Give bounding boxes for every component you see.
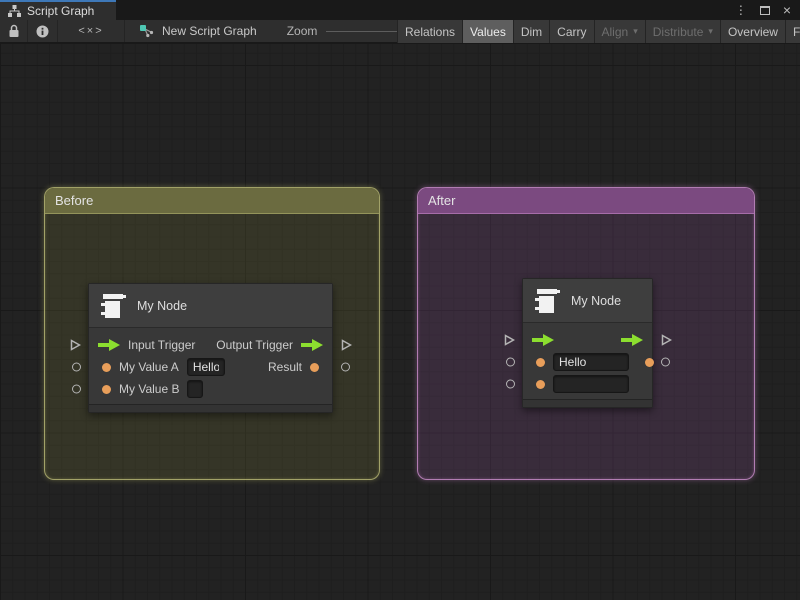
- graph-hierarchy-icon: [8, 5, 21, 17]
- value-port-icon[interactable]: [645, 358, 654, 367]
- toolbar-button-dim[interactable]: Dim: [513, 20, 549, 43]
- kebab-menu-icon[interactable]: ⋮: [735, 3, 747, 17]
- value-input-b[interactable]: [553, 375, 629, 393]
- info-button[interactable]: [28, 20, 58, 42]
- toolbar-toggle-buttons: Relations Values Dim Carry Align ▾ Distr…: [397, 20, 800, 43]
- external-trigger-port-icon[interactable]: [504, 334, 515, 346]
- toolbar-button-fullscreen[interactable]: Full Scr: [785, 20, 800, 43]
- trigger-port-icon[interactable]: [98, 339, 120, 351]
- node-title: My Node: [137, 299, 187, 313]
- port-label-value-b: My Value B: [119, 382, 179, 396]
- port-row-value-a: [523, 351, 652, 373]
- new-script-graph-button[interactable]: New Script Graph: [125, 20, 271, 42]
- node-header[interactable]: My Node: [523, 279, 652, 323]
- script-graph-icon: [139, 24, 154, 38]
- external-value-port-icon[interactable]: [72, 385, 81, 394]
- port-row-value-b: [523, 373, 652, 395]
- group-label-before: Before: [55, 193, 93, 208]
- zoom-slider[interactable]: [326, 31, 406, 32]
- port-label-input-trigger: Input Trigger: [128, 338, 195, 352]
- toolbar-button-carry[interactable]: Carry: [549, 20, 593, 43]
- external-value-port-icon[interactable]: [506, 358, 515, 367]
- tab-title: Script Graph: [27, 4, 94, 18]
- external-value-port-icon[interactable]: [661, 358, 670, 367]
- graph-toolbar: <×> New Script Graph Zoom 1x Relations: [0, 20, 800, 43]
- node-icon: [534, 286, 560, 316]
- close-icon[interactable]: ×: [783, 5, 791, 15]
- group-label-after: After: [428, 193, 455, 208]
- value-input-b[interactable]: [187, 380, 203, 398]
- tab-bar: Script Graph ⋮ ×: [0, 0, 800, 20]
- value-port-icon[interactable]: [536, 380, 545, 389]
- graph-name-label: New Script Graph: [162, 24, 257, 38]
- port-label-output-trigger: Output Trigger: [216, 338, 293, 352]
- button-label: Distribute: [653, 25, 704, 39]
- info-icon: [36, 25, 49, 38]
- external-trigger-port-icon[interactable]: [341, 339, 352, 351]
- window-controls: ⋮ ×: [735, 0, 800, 20]
- external-trigger-port-icon[interactable]: [70, 339, 81, 351]
- port-row-trigger: [523, 329, 652, 351]
- maximize-icon[interactable]: [760, 6, 770, 15]
- value-port-icon[interactable]: [310, 363, 319, 372]
- unity-script-graph-window: Script Graph ⋮ ×: [0, 0, 800, 600]
- button-label: Relations: [405, 25, 455, 39]
- trigger-port-icon[interactable]: [621, 334, 643, 346]
- zoom-label: Zoom: [287, 24, 318, 38]
- port-row-value-a: My Value A Result: [89, 356, 332, 378]
- node-footer: [523, 399, 652, 407]
- button-label: Full Scr: [793, 25, 800, 39]
- external-trigger-port-icon[interactable]: [661, 334, 672, 346]
- node-header[interactable]: My Node: [89, 284, 332, 328]
- node-footer: [89, 404, 332, 412]
- port-label-value-a: My Value A: [119, 360, 179, 374]
- button-label: Values: [470, 25, 506, 39]
- value-port-icon[interactable]: [102, 363, 111, 372]
- trigger-port-icon[interactable]: [532, 334, 554, 346]
- node-body: [523, 323, 652, 399]
- value-port-icon[interactable]: [102, 385, 111, 394]
- button-label: Overview: [728, 25, 778, 39]
- toolbar-button-align[interactable]: Align ▾: [594, 20, 645, 43]
- external-value-port-icon[interactable]: [72, 363, 81, 372]
- group-header-after[interactable]: After: [418, 188, 754, 214]
- lock-button[interactable]: [0, 20, 28, 42]
- graph-canvas[interactable]: Before After My Nod: [0, 44, 800, 600]
- external-value-port-icon[interactable]: [341, 363, 350, 372]
- group-header-before[interactable]: Before: [45, 188, 379, 214]
- node-icon: [100, 291, 126, 321]
- tab-script-graph[interactable]: Script Graph: [0, 0, 116, 20]
- chevron-down-icon: ▾: [633, 27, 638, 36]
- external-value-port-icon[interactable]: [506, 380, 515, 389]
- node-my-node-before[interactable]: My Node Input Trigger Output Trigger: [88, 283, 333, 413]
- button-label: Align: [602, 25, 629, 39]
- node-my-node-after[interactable]: My Node: [522, 278, 653, 408]
- value-input-a[interactable]: [553, 353, 629, 371]
- node-body: Input Trigger Output Trigger My Value A: [89, 328, 332, 404]
- port-label-result: Result: [268, 360, 302, 374]
- toolbar-button-overview[interactable]: Overview: [720, 20, 785, 43]
- value-port-icon[interactable]: [536, 358, 545, 367]
- toolbar-button-distribute[interactable]: Distribute ▾: [645, 20, 720, 43]
- code-view-button[interactable]: <×>: [58, 20, 125, 42]
- button-label: Dim: [521, 25, 542, 39]
- toolbar-button-values[interactable]: Values: [462, 20, 513, 43]
- trigger-port-icon[interactable]: [301, 339, 323, 351]
- button-label: Carry: [557, 25, 586, 39]
- lock-icon: [8, 24, 20, 38]
- node-title: My Node: [571, 294, 621, 308]
- port-row-trigger: Input Trigger Output Trigger: [89, 334, 332, 356]
- chevron-down-icon: ▾: [708, 27, 713, 36]
- port-row-value-b: My Value B: [89, 378, 332, 400]
- toolbar-button-relations[interactable]: Relations: [397, 20, 462, 43]
- value-input-a[interactable]: [187, 358, 225, 376]
